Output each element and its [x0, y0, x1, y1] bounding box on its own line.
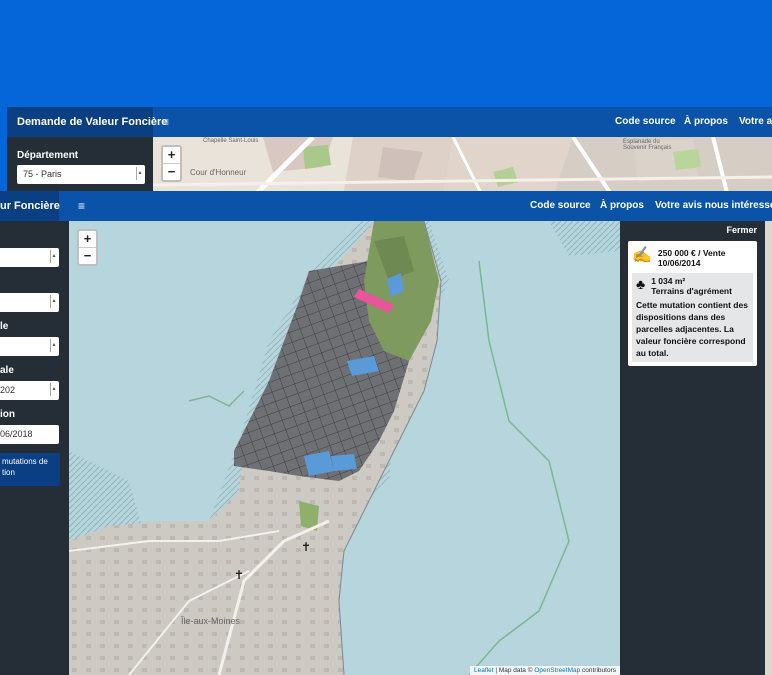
back-menu-icon[interactable]: ≡	[162, 107, 169, 137]
select-arrow-icon: ▴	[50, 339, 57, 352]
svg-text:✝: ✝	[301, 540, 311, 554]
front-sidebar: ▴ ▴ le ▴ ale 202 ▴ ion 06/2018 mutations…	[0, 221, 69, 675]
back-brand[interactable]: Demande de Valeur Foncière	[7, 107, 167, 137]
back-map-label-chapelle: Chapelle Saint-Louis	[203, 138, 259, 144]
attribution-sep: | Map data ©	[493, 667, 535, 674]
parcel-type: Terrains d'agrément	[651, 286, 732, 296]
front-select-4-value: 202	[0, 385, 16, 395]
sale-icon: ✍	[632, 247, 652, 264]
close-panel-button[interactable]: Fermer	[726, 225, 757, 235]
front-navbar: ur Foncière ≡ Code source À propos Votre…	[0, 191, 772, 221]
svg-text:✝: ✝	[234, 568, 244, 582]
osm-link[interactable]: OpenStreetMap	[534, 667, 580, 674]
back-nav-a-propos[interactable]: À propos	[684, 107, 728, 137]
parcel-info: ♣ 1 034 m² Terrains d'agrément Cette mut…	[632, 273, 753, 362]
back-nav-code-source[interactable]: Code source	[615, 107, 676, 137]
back-navbar: Demande de Valeur Foncière ≡ Code source…	[7, 107, 772, 137]
detail-panel: Fermer ✍ 250 000 € / Vente 10/06/2014 ♣ …	[620, 221, 765, 675]
front-map-tiles: ✝ ✝	[69, 221, 620, 675]
back-zoom-control: + −	[161, 145, 182, 182]
attribution-tail: contributors	[580, 667, 616, 674]
front-label-commune: le	[0, 321, 9, 332]
front-select-1[interactable]: ▴	[0, 248, 59, 267]
select-arrow-icon: ▴	[50, 250, 57, 263]
mutation-note: Cette mutation contient des dispositions…	[636, 300, 748, 358]
back-window: Demande de Valeur Foncière ≡ Code source…	[7, 107, 772, 197]
area-row: ♣ 1 034 m² Terrains d'agrément	[636, 276, 749, 299]
front-nav-a-propos[interactable]: À propos	[600, 191, 644, 221]
front-zoom-out-button[interactable]: −	[79, 248, 96, 264]
front-info-box: mutations de tion	[0, 453, 60, 486]
front-select-2[interactable]: ▴	[0, 293, 59, 312]
front-zoom-in-button[interactable]: +	[79, 231, 96, 248]
back-zoom-in-button[interactable]: +	[163, 147, 180, 164]
tree-icon: ♣	[636, 276, 646, 292]
front-label-date: ion	[0, 409, 15, 420]
back-map-label-esplanade: Esplanade du Souvenir Français	[623, 139, 672, 151]
front-map[interactable]: ✝ ✝ + − Île-aux-Moines Leaflet | Map dat…	[69, 221, 620, 675]
mutation-card: ✍ 250 000 € / Vente 10/06/2014 ♣ 1 034 m…	[628, 241, 757, 366]
front-select-3[interactable]: ▴	[0, 337, 59, 356]
select-arrow-icon: ▴	[136, 167, 143, 180]
price-row: ✍ 250 000 € / Vente 10/06/2014	[632, 245, 753, 271]
front-nav-votre-avis[interactable]: Votre avis nous intéresse	[655, 191, 772, 221]
map-attribution: Leaflet | Map data © OpenStreetMap contr…	[469, 666, 620, 675]
back-map-label-cour: Cour d'Honneur	[190, 168, 247, 177]
back-departement-value: 75 - Paris	[23, 169, 62, 179]
back-departement-label: Département	[17, 150, 79, 161]
front-brand[interactable]: ur Foncière	[0, 191, 60, 221]
parcel-area: 1 034 m²	[651, 276, 686, 286]
front-date-input[interactable]: 06/2018	[0, 425, 59, 444]
back-zoom-out-button[interactable]: −	[163, 164, 180, 180]
front-window: ur Foncière ≡ Code source À propos Votre…	[0, 191, 772, 675]
select-arrow-icon: ▴	[50, 383, 57, 396]
right-edge-strip	[765, 221, 772, 675]
front-label-section: ale	[0, 365, 14, 376]
back-map[interactable]: + − Cour d'Honneur Chapelle Saint-Louis …	[153, 137, 772, 197]
front-date-value: 06/2018	[0, 429, 33, 439]
select-arrow-icon: ▴	[50, 295, 57, 308]
front-select-4[interactable]: 202 ▴	[0, 381, 59, 400]
back-departement-select[interactable]: 75 - Paris ▴	[17, 165, 145, 184]
leaflet-link[interactable]: Leaflet	[474, 667, 494, 674]
front-zoom-control: + −	[77, 229, 98, 266]
front-nav-code-source[interactable]: Code source	[530, 191, 591, 221]
front-menu-icon[interactable]: ≡	[78, 191, 85, 221]
sale-date: 10/06/2014	[657, 258, 701, 268]
map-label-ile-aux-moines: Île-aux-Moines	[181, 616, 241, 626]
back-nav-votre-avis[interactable]: Votre avis	[739, 107, 772, 137]
sale-price: 250 000 € / Vente	[657, 248, 726, 258]
